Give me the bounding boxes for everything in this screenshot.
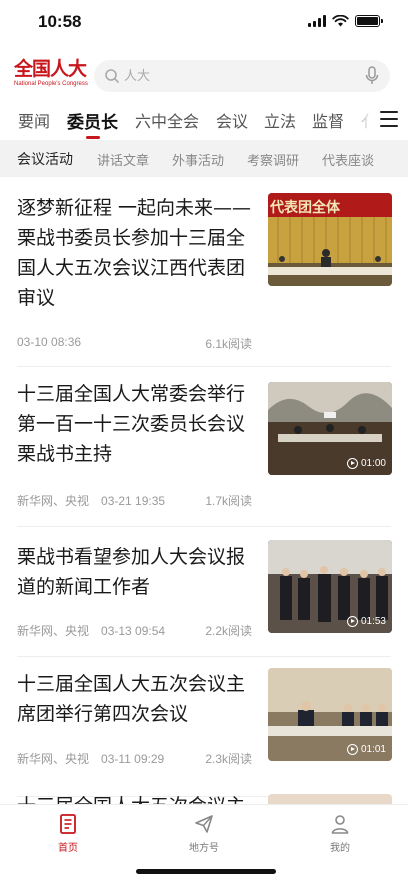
- microphone-icon[interactable]: [364, 66, 380, 86]
- tab-jiandu[interactable]: 监督: [312, 108, 344, 132]
- list-item[interactable]: 十三届全国人大五次会议主: [0, 794, 408, 804]
- sub-tabs: 会议活动 讲话文章 外事活动 考察调研 代表座谈: [0, 140, 408, 177]
- wifi-icon: [332, 15, 349, 27]
- active-tab-indicator: [86, 136, 100, 139]
- nav-label-home: 首页: [58, 843, 78, 854]
- subtab-kaocha-diaoyan[interactable]: 考察调研: [247, 150, 299, 169]
- article-source: 新华网、央视: [17, 494, 90, 508]
- play-icon: [346, 616, 358, 627]
- cellular-signal-icon: [308, 15, 326, 27]
- article-thumbnail: 01:00: [268, 382, 392, 475]
- article-thumbnail: 代表团全体: [268, 193, 392, 286]
- person-icon: [331, 815, 349, 834]
- tab-huiyi[interactable]: 会议: [216, 108, 248, 132]
- article-title: 十三届全国人大常委会举行第一百一十三次委员长会议 栗战书主持: [17, 383, 246, 465]
- article-time: 03-21 19:35: [101, 494, 166, 508]
- logo-text-en: National People's Congress: [14, 81, 88, 87]
- tabs-fade: [360, 100, 378, 140]
- article-reads: 1.7k阅读: [205, 494, 252, 508]
- article-thumbnail: [268, 794, 392, 804]
- video-duration: 01:53: [346, 616, 386, 627]
- article-meta: 新华网、央视 03-13 09:54: [17, 622, 165, 639]
- tab-yaowen[interactable]: 要闻: [18, 108, 50, 132]
- article-thumbnail: 01:53: [268, 540, 392, 633]
- tab-weiyuanzhang[interactable]: 委员长: [67, 108, 118, 133]
- status-bar: 10:58: [0, 0, 408, 46]
- article-source: 新华网、央视: [17, 624, 90, 638]
- article-title: 逐梦新征程 一起向未来——栗战书委员长参加十三届全国人大五次会议江西代表团审议: [17, 197, 252, 309]
- tab-liuzhongquanhui[interactable]: 六中全会: [135, 108, 199, 132]
- logo-text-cn: 全国人大: [14, 58, 87, 80]
- paper-plane-icon: [195, 815, 213, 833]
- article-time: 03-13 09:54: [101, 624, 166, 638]
- channel-tabs: 要闻 委员长 六中全会 会议 立法 监督 亻: [0, 100, 408, 140]
- article-title: 十三届全国人大五次会议主: [17, 791, 255, 804]
- header: 全国人大 National People's Congress: [0, 56, 408, 96]
- article-meta: 新华网、央视 03-21 19:35: [17, 492, 165, 509]
- subtab-waishi-huodong[interactable]: 外事活动: [172, 150, 224, 169]
- article-reads: 6.1k阅读: [205, 337, 252, 351]
- nav-home[interactable]: 首页: [28, 813, 108, 854]
- menu-icon[interactable]: [380, 111, 398, 127]
- search-icon: [105, 69, 119, 83]
- thumbnail-banner-text: 代表团全体: [270, 200, 340, 216]
- article-reads: 2.3k阅读: [205, 752, 252, 766]
- nav-label-local: 地方号: [189, 843, 219, 854]
- article-meta: 新华网、央视 03-11 09:29: [17, 750, 164, 767]
- duration-text: 01:53: [360, 616, 386, 627]
- article-title: 十三届全国人大五次会议主席团举行第四次会议: [17, 673, 246, 725]
- article-time: 03-10 08:36: [17, 335, 82, 349]
- tab-lifa[interactable]: 立法: [264, 108, 296, 132]
- article-list: 逐梦新征程 一起向未来——栗战书委员长参加十三届全国人大五次会议江西代表团审议 …: [0, 177, 408, 804]
- article-source: 新华网、央视: [17, 752, 90, 766]
- home-indicator: [136, 869, 276, 874]
- status-icons: [308, 15, 383, 27]
- duration-text: 01:00: [360, 458, 386, 469]
- play-icon: [346, 744, 358, 755]
- article-title: 栗战书看望参加人大会议报道的新闻工作者: [17, 546, 246, 598]
- subtab-daibiao-zuotan[interactable]: 代表座谈: [322, 150, 374, 169]
- article-meta: 03-10 08:36: [17, 335, 81, 349]
- battery-icon: [355, 15, 383, 27]
- nav-local[interactable]: 地方号: [164, 813, 244, 854]
- search-input[interactable]: [124, 60, 344, 92]
- play-icon: [346, 458, 358, 469]
- list-item[interactable]: 十三届全国人大常委会举行第一百一十三次委员长会议 栗战书主持 新华网、央视 03-…: [0, 367, 408, 527]
- article-thumbnail: 01:01: [268, 668, 392, 761]
- article-reads: 2.2k阅读: [205, 624, 252, 638]
- status-time: 10:58: [38, 12, 82, 31]
- list-item[interactable]: 十三届全国人大五次会议主席团举行第四次会议 新华网、央视 03-11 09:29 …: [0, 657, 408, 797]
- video-duration: 01:00: [346, 458, 386, 469]
- subtab-jianghua-wenzhang[interactable]: 讲话文章: [97, 150, 149, 169]
- duration-text: 01:01: [360, 744, 386, 755]
- search-bar[interactable]: [94, 60, 390, 92]
- nav-label-profile: 我的: [330, 843, 350, 854]
- list-item[interactable]: 栗战书看望参加人大会议报道的新闻工作者 新华网、央视 03-13 09:54 2.…: [0, 527, 408, 657]
- app-logo: 全国人大 National People's Congress: [14, 58, 88, 92]
- article-time: 03-11 09:29: [101, 752, 165, 766]
- list-item[interactable]: 逐梦新征程 一起向未来——栗战书委员长参加十三届全国人大五次会议江西代表团审议 …: [0, 177, 408, 367]
- nav-profile[interactable]: 我的: [300, 813, 380, 854]
- subtab-huiyi-huodong[interactable]: 会议活动: [17, 149, 73, 169]
- home-news-icon: [60, 814, 76, 834]
- video-duration: 01:01: [346, 744, 386, 755]
